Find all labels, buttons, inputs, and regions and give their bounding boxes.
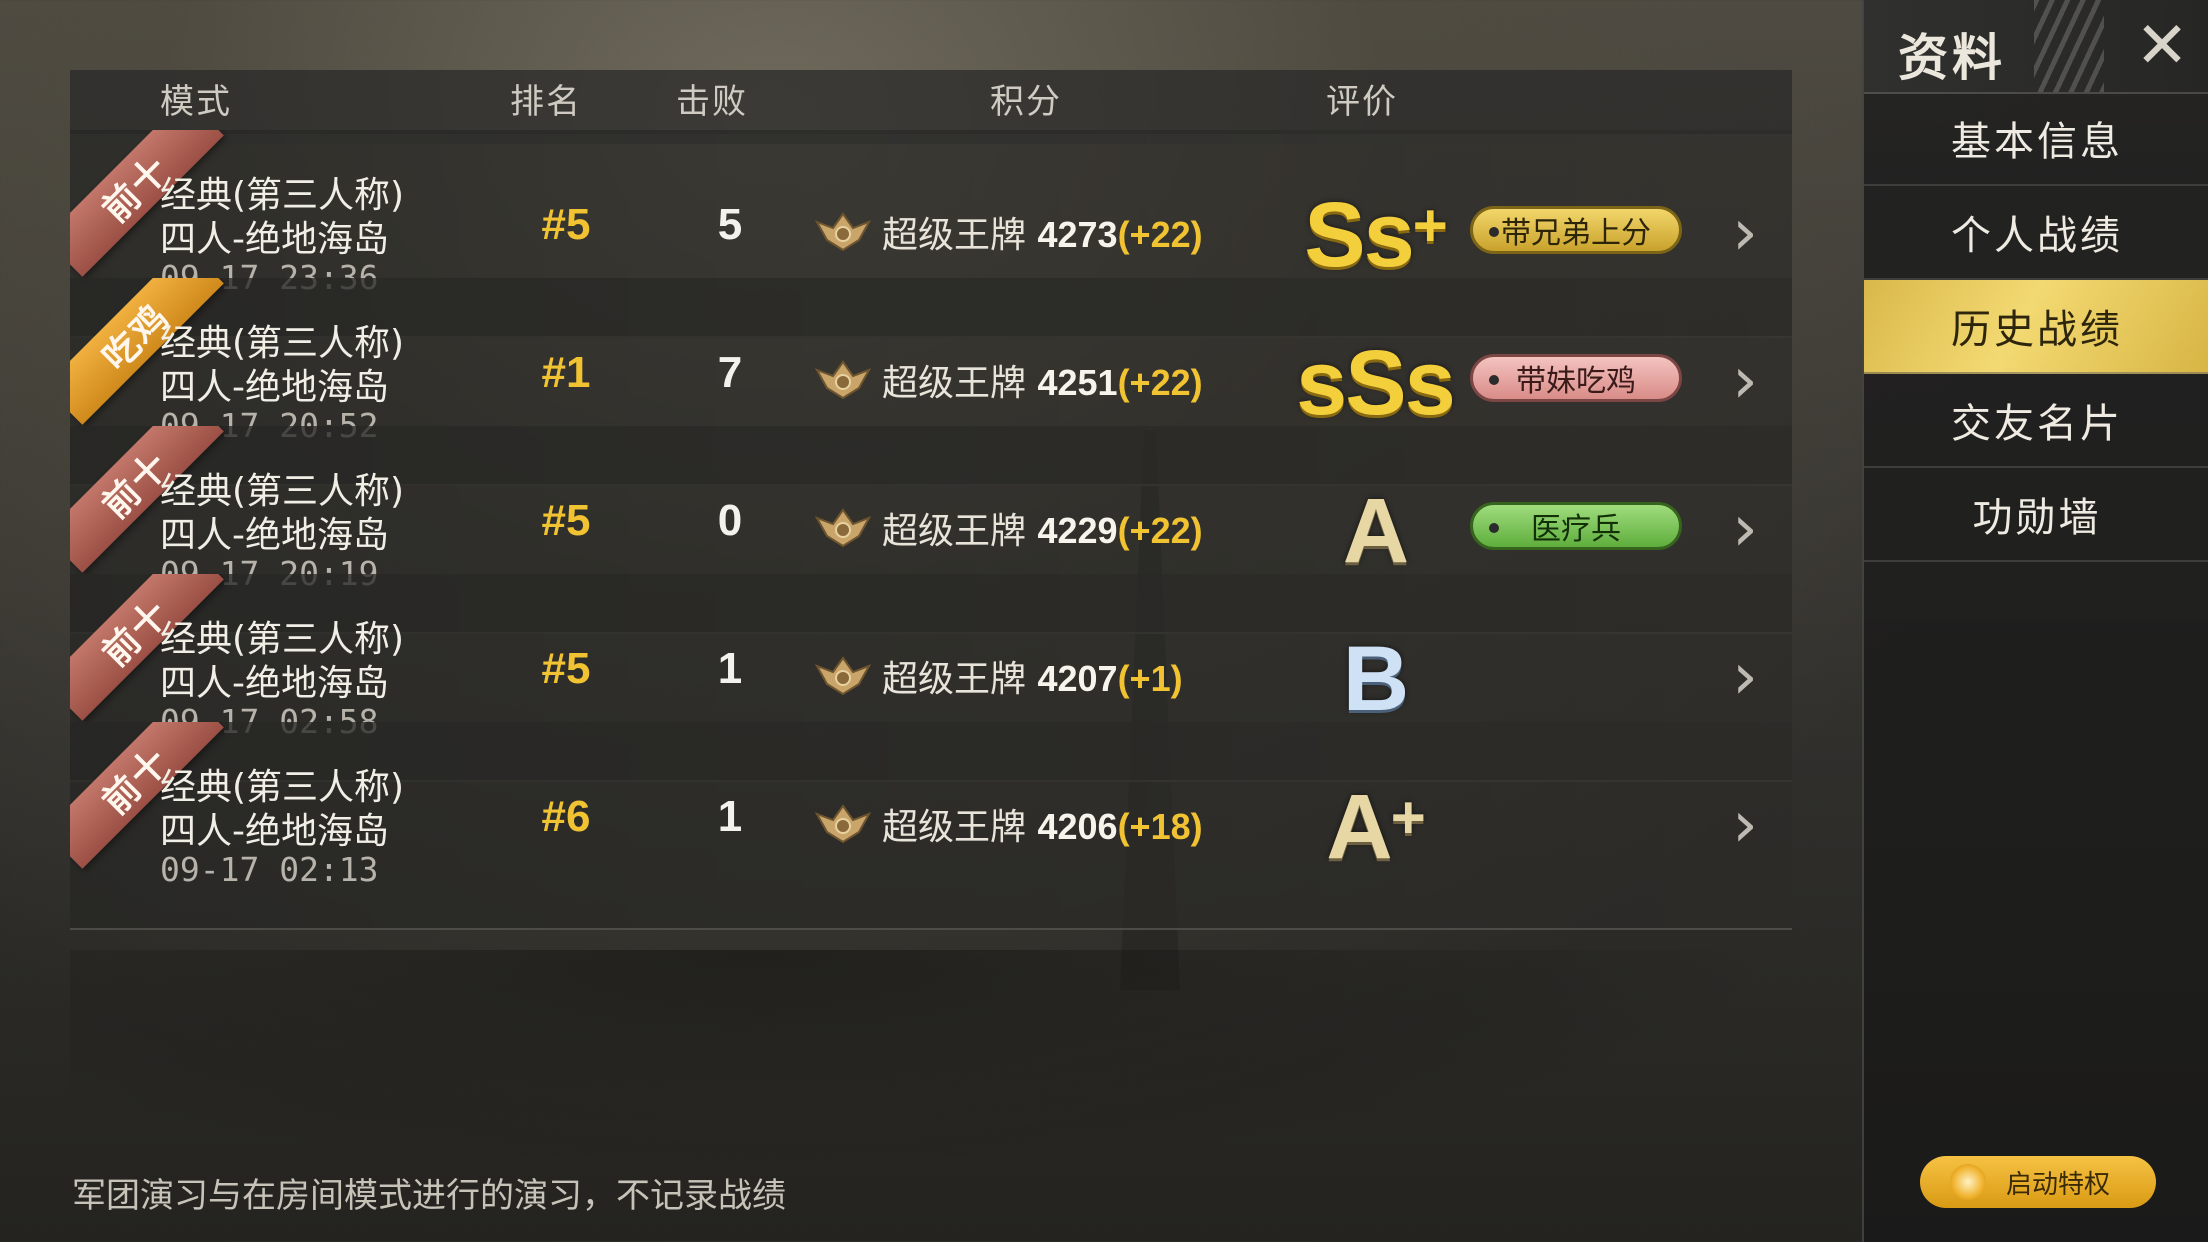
map-name: 四人-绝地海岛 (160, 367, 389, 408)
score-points: 4229 (1037, 510, 1118, 551)
ace-tier-icon (815, 656, 871, 696)
score-points: 4251 (1037, 362, 1118, 403)
score-delta: (+22) (1117, 510, 1203, 551)
nav-item[interactable]: 功勋墙 (1864, 468, 2208, 562)
table-row[interactable]: 前十 经典(第三人称) 四人-绝地海岛 09-17 02:13 #6 1 超级王… (70, 722, 1792, 930)
header-mode: 模式 (160, 82, 232, 122)
match-score: 超级王牌 4251(+22) (882, 354, 1203, 406)
chevron-right-icon[interactable]: › (1720, 642, 1770, 712)
nav-item[interactable]: 历史战绩 (1864, 280, 2208, 374)
match-score: 超级王牌 4207(+1) (882, 650, 1183, 702)
map-name: 四人-绝地海岛 (160, 663, 389, 704)
nav-item[interactable]: 基本信息 (1864, 92, 2208, 186)
match-time: 09-17 02:13 (160, 850, 379, 889)
badge-dot (1489, 227, 1499, 237)
privilege-icon (1950, 1164, 1986, 1200)
tier-name: 超级王牌 (882, 659, 1027, 700)
score-delta: (+22) (1117, 362, 1203, 403)
grade-letter: sSs (1296, 331, 1456, 434)
map-name: 四人-绝地海岛 (160, 515, 389, 556)
panel-title: 资料 (1898, 29, 2006, 87)
grade-letter: A (1342, 479, 1409, 582)
privilege-button[interactable]: 启动特权 (1920, 1156, 2156, 1208)
match-kills: 1 (717, 792, 743, 841)
badge-label: 带妹吃鸡 (1516, 364, 1636, 399)
match-grade: A + (1270, 772, 1480, 882)
header-rating: 评价 (1326, 82, 1398, 122)
match-rank: #1 (541, 348, 591, 397)
grade-plus: + (1412, 191, 1448, 259)
chevron-right-icon[interactable]: › (1720, 494, 1770, 564)
match-grade: Ss + (1270, 180, 1480, 290)
ace-tier-icon (815, 508, 871, 548)
match-history-table: 模式 排名 击败 积分 评价 前十 经典(第三人称) 四人-绝地海岛 09-17… (70, 70, 1792, 930)
ace-tier-icon (815, 212, 871, 252)
grade-letter: B (1342, 627, 1409, 730)
header-kills: 击败 (676, 82, 748, 122)
match-kills: 5 (717, 200, 743, 249)
score-delta: (+1) (1117, 658, 1183, 699)
score-points: 4206 (1037, 806, 1118, 847)
match-grade: B (1270, 624, 1480, 734)
panel-header: 资料 ✕ (1864, 0, 2208, 94)
background-scenery (70, 950, 1790, 1170)
match-grade: sSs (1270, 328, 1480, 438)
badge-label: 医疗兵 (1531, 512, 1621, 547)
match-grade: A (1270, 476, 1480, 586)
match-score: 超级王牌 4229(+22) (882, 502, 1203, 554)
chevron-right-icon[interactable]: › (1720, 198, 1770, 268)
chevron-right-icon[interactable]: › (1720, 346, 1770, 416)
close-icon[interactable]: ✕ (2126, 10, 2198, 82)
header-rank: 排名 (510, 82, 582, 122)
score-points: 4207 (1037, 658, 1118, 699)
match-rank: #5 (541, 200, 591, 249)
match-score: 超级王牌 4206(+18) (882, 798, 1203, 850)
footnote: 军团演习与在房间模式进行的演习，不记录战绩 (72, 1176, 786, 1216)
decorative-stripes (2034, 0, 2104, 92)
badge-dot (1489, 375, 1499, 385)
match-rank: #6 (541, 792, 591, 841)
score-points: 4273 (1037, 214, 1118, 255)
privilege-label: 启动特权 (2005, 1169, 2110, 1200)
match-badge: 带妹吃鸡 (1470, 354, 1682, 402)
badge-dot (1489, 523, 1499, 533)
match-rank: #5 (541, 496, 591, 545)
match-score: 超级王牌 4273(+22) (882, 206, 1203, 258)
match-badge: 带兄弟上分 (1470, 206, 1682, 254)
match-kills: 7 (717, 348, 743, 397)
match-kills: 0 (717, 496, 743, 545)
map-name: 四人-绝地海岛 (160, 811, 389, 852)
match-badge: 医疗兵 (1470, 502, 1682, 550)
match-rank: #5 (541, 644, 591, 693)
grade-letter: Ss (1304, 183, 1415, 286)
grade-letter: A (1326, 775, 1392, 878)
nav-item[interactable]: 个人战绩 (1864, 186, 2208, 280)
score-delta: (+18) (1117, 806, 1203, 847)
badge-label: 带兄弟上分 (1501, 216, 1651, 251)
ace-tier-icon (815, 360, 871, 400)
ace-tier-icon (815, 804, 871, 844)
tier-name: 超级王牌 (882, 215, 1027, 256)
chevron-right-icon[interactable]: › (1720, 790, 1770, 860)
map-name: 四人-绝地海岛 (160, 219, 389, 260)
profile-side-panel: 资料 ✕ 基本信息 个人战绩 历史战绩 交友名片 功勋墙 启动特权 (1862, 0, 2208, 1242)
match-kills: 1 (717, 644, 743, 693)
tier-name: 超级王牌 (882, 807, 1027, 848)
header-score: 积分 (990, 82, 1062, 122)
score-delta: (+22) (1117, 214, 1203, 255)
grade-plus: + (1390, 783, 1426, 851)
tier-name: 超级王牌 (882, 363, 1027, 404)
nav-item[interactable]: 交友名片 (1864, 374, 2208, 468)
tier-name: 超级王牌 (882, 511, 1027, 552)
